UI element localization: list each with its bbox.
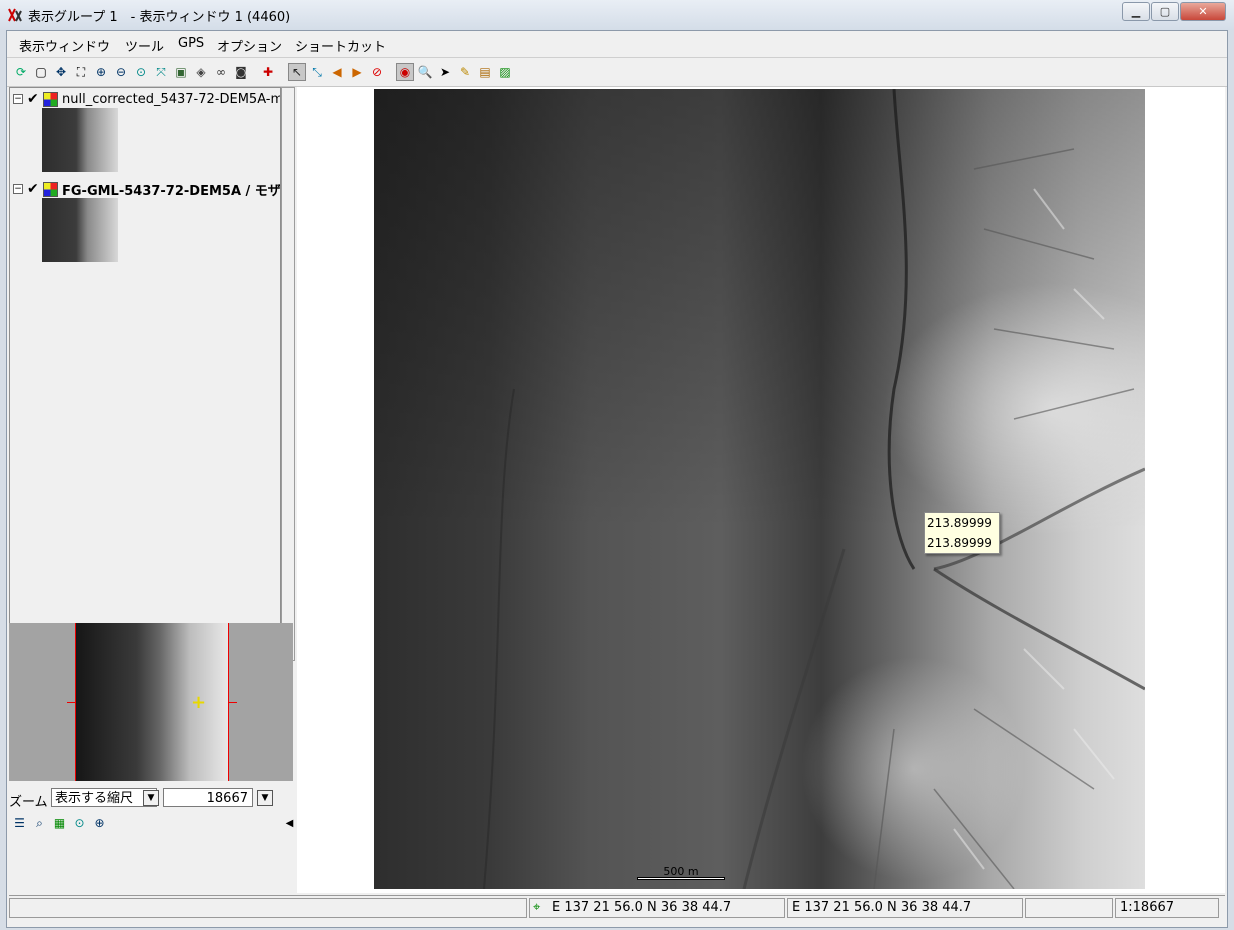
magnify-icon[interactable]: 🔍: [417, 64, 433, 80]
gps-pin-icon: ⌖: [533, 900, 541, 915]
crosshair-icon: +: [191, 692, 207, 713]
collapse-icon[interactable]: −: [13, 184, 23, 194]
terrain-drainage: [483, 89, 1145, 889]
zoom-controls: ズーム 表示する縮尺 ▼ 18667 ▼: [9, 787, 293, 811]
sketch-icon[interactable]: ✎: [457, 64, 473, 80]
extent-marker: [228, 702, 237, 703]
maximize-button[interactable]: ▢: [1151, 2, 1179, 21]
zoom-label: ズーム: [9, 795, 48, 810]
menu-display-window[interactable]: 表示ウィンドウ: [19, 36, 110, 55]
layer-row[interactable]: − ✔ FG-GML-5437-72-DEM5A / モザ: [13, 180, 280, 199]
pointer-icon[interactable]: ➤: [437, 64, 453, 80]
stop-icon[interactable]: ⊘: [369, 64, 385, 80]
zoom-scale-input[interactable]: 18667: [163, 788, 253, 807]
status-message: [9, 898, 527, 918]
gps-icon[interactable]: ◉: [396, 63, 414, 81]
menu-gps[interactable]: GPS: [178, 36, 204, 51]
display-window: 表示ウィンドウ ツール GPS オプション ショートカット ⟳ ▢ ✥ ⛶ ⊕ …: [6, 30, 1228, 928]
layer-list-icon[interactable]: ☰: [11, 815, 28, 832]
locator-overview[interactable]: +: [9, 623, 293, 781]
chevron-down-icon[interactable]: ▼: [257, 790, 273, 806]
layer-name[interactable]: FG-GML-5437-72-DEM5A / モザ: [62, 180, 280, 199]
next-view-icon[interactable]: ▶: [349, 64, 365, 80]
zoom-in-icon[interactable]: ⊕: [93, 64, 109, 80]
status-coordinate-cursor: E 137 21 56.0 N 36 38 44.7: [787, 898, 1023, 918]
zoom-actual-icon[interactable]: ⊙: [133, 64, 149, 80]
app-icon: [8, 8, 22, 22]
fit-icon[interactable]: ▣: [173, 64, 189, 80]
status-scale: 1:18667: [1115, 898, 1219, 918]
collapse-icon[interactable]: −: [13, 94, 23, 104]
status-bar: ⌖ E 137 21 56.0 N 36 38 44.7 E 137 21 56…: [9, 895, 1225, 922]
minimize-button[interactable]: ▁: [1122, 2, 1150, 21]
collapse-panel-icon[interactable]: ◀: [281, 815, 298, 832]
menu-tools[interactable]: ツール: [125, 36, 164, 55]
close-button[interactable]: ✕: [1180, 2, 1226, 21]
camera-icon[interactable]: ◙: [233, 64, 249, 80]
toolbar: ⟳ ▢ ✥ ⛶ ⊕ ⊖ ⊙ ⤧ ▣ ◈ ∞ ◙ ✚ ↖ ⤡ ◀ ▶ ⊘ ◉ 🔍 …: [7, 60, 1227, 87]
status-coordinate-map: ⌖ E 137 21 56.0 N 36 38 44.7: [529, 898, 785, 918]
layer-list: − ✔ null_corrected_5437-72-DEM5A-m − ✔ F…: [9, 87, 281, 661]
layer-thumbnail: [42, 108, 118, 172]
check-icon[interactable]: ✔: [27, 92, 41, 106]
measure-icon[interactable]: ⤡: [309, 64, 325, 80]
zoom-mode-select[interactable]: 表示する縮尺: [51, 788, 157, 807]
chevron-down-icon[interactable]: ▼: [143, 790, 159, 806]
menu-bar: 表示ウィンドウ ツール GPS オプション ショートカット: [7, 31, 1227, 58]
menu-shortcuts[interactable]: ショートカット: [295, 36, 386, 55]
dem-raster: [374, 89, 1145, 889]
prev-view-icon[interactable]: ◀: [329, 64, 345, 80]
zoom-layer-icon[interactable]: ⤧: [153, 64, 169, 80]
title-bar: 表示グループ 1 - 表示ウィンドウ 1 (4460) ▁ ▢ ✕: [0, 0, 1234, 30]
coordinate-text: E 137 21 56.0 N 36 38 44.7: [552, 900, 732, 915]
window-title: 表示グループ 1 - 表示ウィンドウ 1 (4460): [28, 10, 291, 25]
tooltip-value: 213.89999: [927, 516, 992, 530]
value-tooltip: 213.89999 213.89999: [924, 512, 1000, 554]
status-empty: [1025, 898, 1113, 918]
redraw-icon[interactable]: ⟳: [13, 64, 29, 80]
search-icon[interactable]: ⌕: [31, 815, 48, 832]
map-view-icon[interactable]: ▦: [51, 815, 68, 832]
legend-icon[interactable]: ▤: [477, 64, 493, 80]
tooltip-value: 213.89999: [927, 536, 992, 550]
zoom-out-icon[interactable]: ⊖: [113, 64, 129, 80]
raster-layer-icon: [43, 91, 58, 107]
layer-vertical-scrollbar[interactable]: [281, 87, 295, 661]
zoom-box-icon[interactable]: ⛶: [73, 64, 89, 80]
map-view[interactable]: 213.89999 213.89999 500 m: [297, 87, 1225, 893]
extent-marker: [67, 702, 76, 703]
scale-bar: 500 m: [637, 865, 725, 880]
menu-options[interactable]: オプション: [217, 36, 282, 55]
binoculars-icon[interactable]: ∞: [213, 64, 229, 80]
zoom-fit-icon[interactable]: ⊙: [71, 815, 88, 832]
layer-name[interactable]: null_corrected_5437-72-DEM5A-m: [62, 92, 280, 107]
select-tool-icon[interactable]: ↖: [288, 63, 306, 81]
raster-layer-icon: [43, 181, 58, 197]
full-view-icon[interactable]: ▢: [33, 64, 49, 80]
layer-row[interactable]: − ✔ null_corrected_5437-72-DEM5A-m: [13, 91, 280, 107]
view-3d-icon[interactable]: ◈: [193, 64, 209, 80]
scale-bar-line: [637, 877, 725, 880]
add-layer-icon[interactable]: ✚: [260, 64, 276, 80]
check-icon[interactable]: ✔: [27, 182, 41, 196]
panel-tools: ☰ ⌕ ▦ ⊙ ⊕ ◀: [11, 815, 295, 835]
pan-icon[interactable]: ✥: [53, 64, 69, 80]
image-icon[interactable]: ▨: [497, 64, 513, 80]
layer-thumbnail: [42, 198, 118, 262]
zoom-in-icon[interactable]: ⊕: [91, 815, 108, 832]
